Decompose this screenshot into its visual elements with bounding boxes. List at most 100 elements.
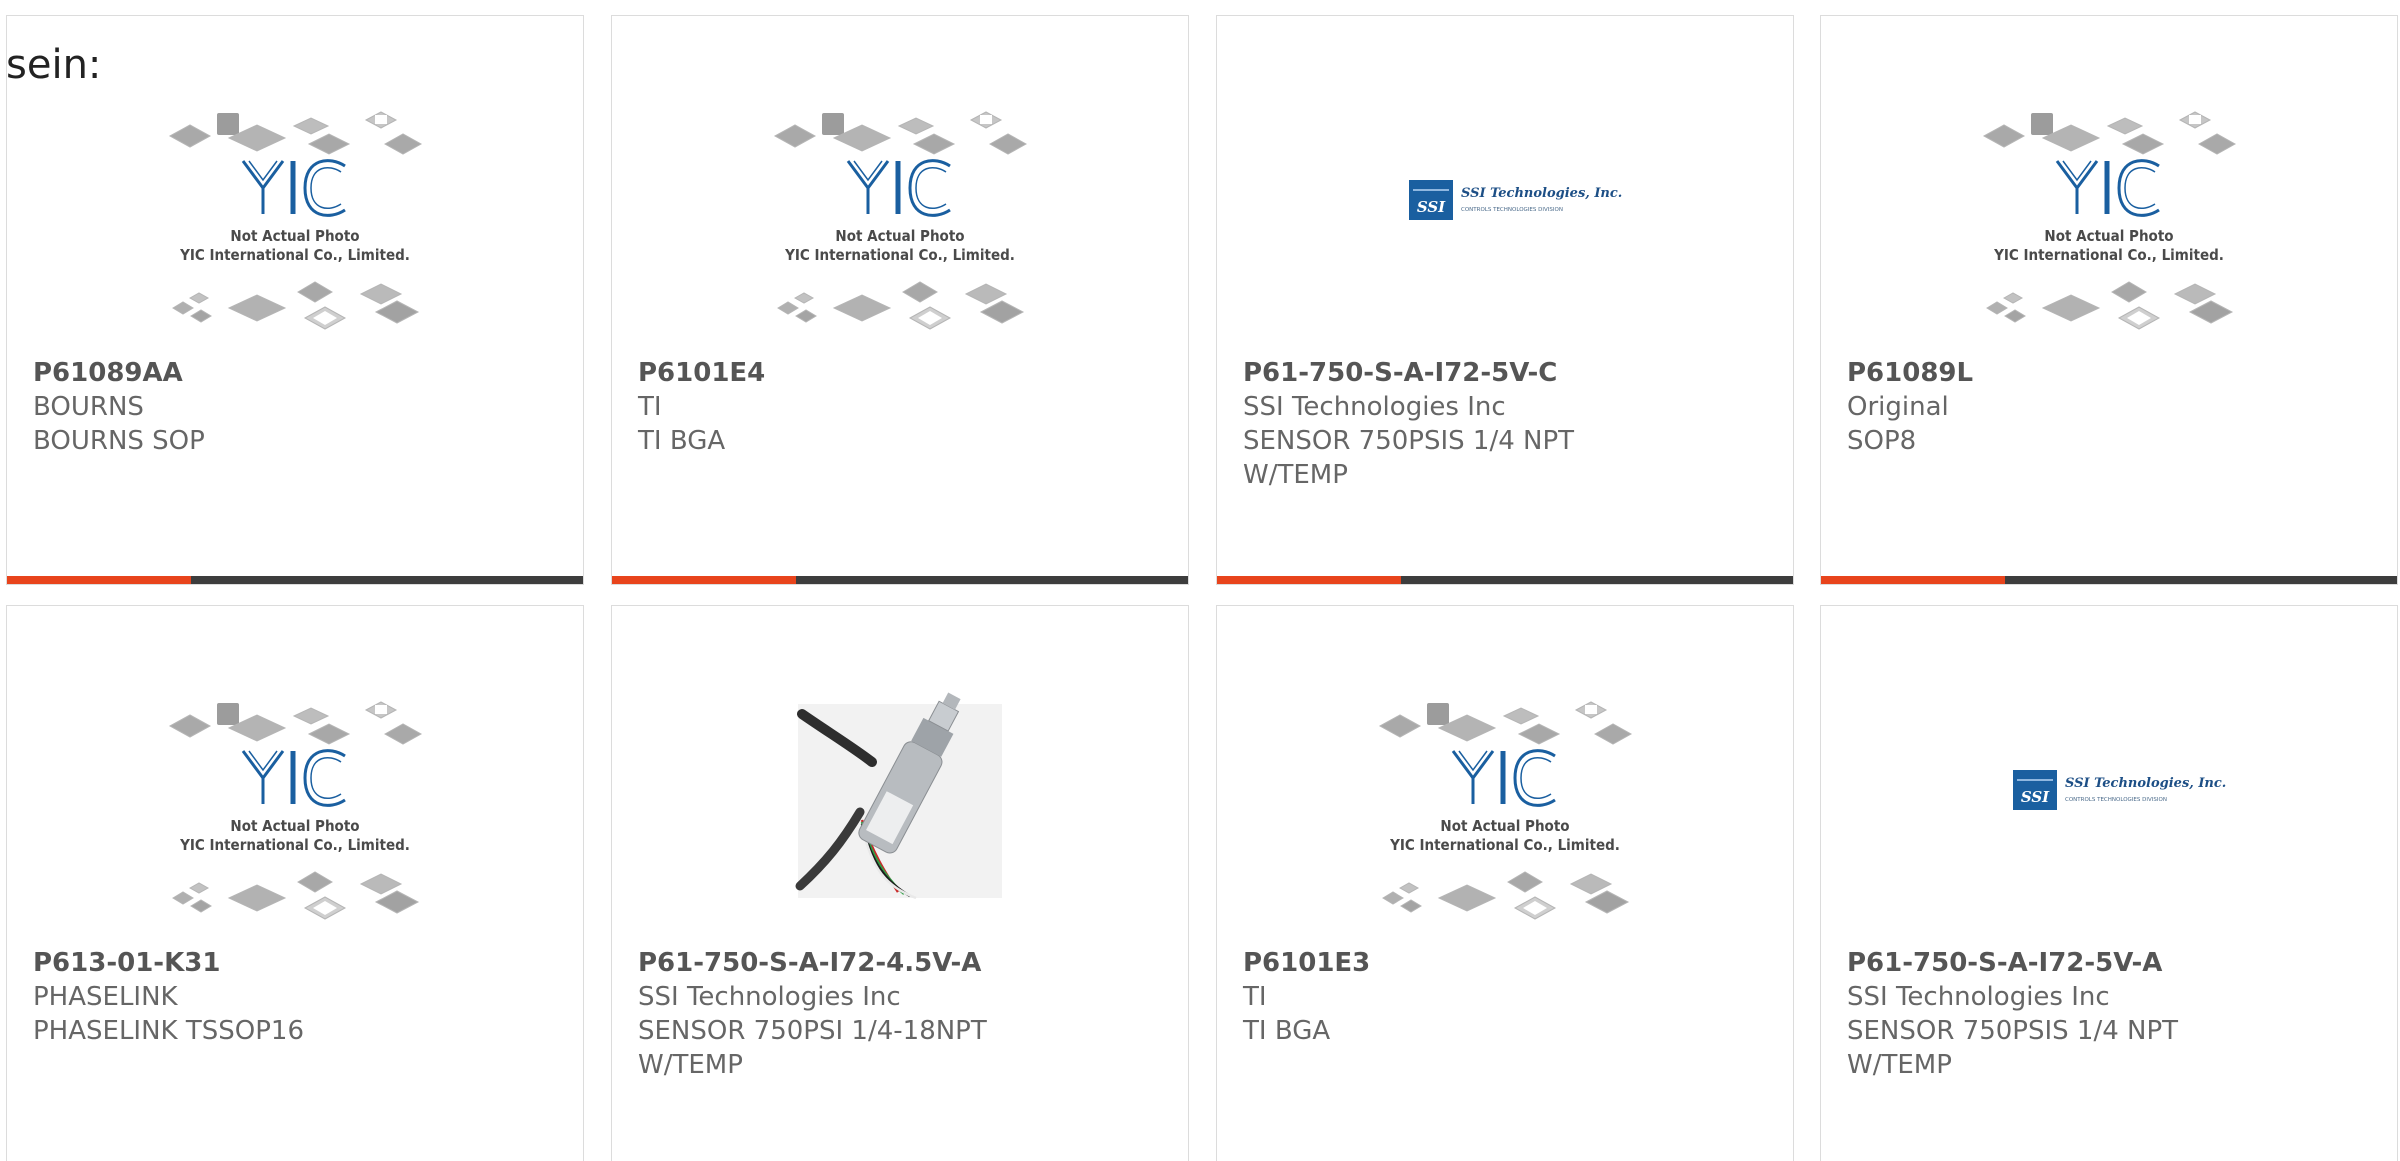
description: SENSOR 750PSIS 1/4 NPT	[1243, 426, 1575, 456]
manufacturer: SSI Technologies Inc	[1243, 392, 1506, 422]
placeholder-caption-1: Not Actual Photo	[230, 817, 359, 835]
description: SOP8	[1847, 426, 1917, 456]
manufacturer: SSI Technologies Inc	[638, 982, 901, 1012]
manufacturer: TI	[638, 392, 662, 422]
chip-icons-bottom	[172, 871, 420, 920]
yic-placeholder-graphic: Not Actual PhotoYIC International Co., L…	[1378, 701, 1633, 920]
part-number-link[interactable]: P6101E4	[638, 356, 1168, 390]
manufacturer: BOURNS	[33, 392, 144, 422]
chip-icons-bottom	[1382, 871, 1630, 920]
yic-logo	[241, 749, 346, 807]
yic-logo	[241, 159, 346, 217]
card-progress-bar	[612, 576, 1188, 584]
part-number-link[interactable]: P61089AA	[33, 356, 563, 390]
placeholder-caption-1: Not Actual Photo	[835, 227, 964, 245]
cropped-heading-fragment: sein:	[6, 42, 102, 88]
yic-placeholder-graphic: Not Actual PhotoYIC International Co., L…	[168, 701, 423, 920]
product-card[interactable]: P61-750-S-A-I72-4.5V-A SSI Technologies …	[611, 605, 1189, 1161]
card-progress-bar	[7, 576, 583, 584]
card-progress-fill	[7, 576, 192, 584]
product-info: P61089AA BOURNS BOURNS SOP	[33, 356, 563, 458]
product-image-yic-placeholder[interactable]: Not Actual Photo YIC International Co., L…	[7, 96, 583, 346]
description: PHASELINK TSSOP16	[33, 1016, 304, 1046]
product-info: P61-750-S-A-I72-4.5V-A SSI Technologies …	[638, 946, 1168, 1082]
description: TI BGA	[1243, 1016, 1331, 1046]
part-number-link[interactable]: P61089L	[1847, 356, 2377, 390]
part-number-link[interactable]: P61-750-S-A-I72-5V-C	[1243, 356, 1773, 390]
svg-text:CONTROLS TECHNOLOGIES DIVISION: CONTROLS TECHNOLOGIES DIVISION	[1461, 207, 1563, 213]
description-continued: W/TEMP	[638, 1050, 743, 1080]
svg-text:SSI Technologies, Inc.: SSI Technologies, Inc.	[1461, 186, 1622, 201]
product-card[interactable]: Not Actual Photo YIC International Co., L…	[1216, 605, 1794, 1161]
chip-icons-top	[168, 111, 423, 155]
product-image-sensor-photo[interactable]	[612, 686, 1188, 936]
description: BOURNS SOP	[33, 426, 205, 456]
description: SENSOR 750PSIS 1/4 NPT	[1847, 1016, 2179, 1046]
description: TI BGA	[638, 426, 726, 456]
svg-text:SSI: SSI	[2021, 788, 2050, 806]
product-image-ssi-logo[interactable]: SSI SSI Technologies, Inc. CONTROLS TECHNO…	[1821, 686, 2397, 936]
card-progress-fill	[1821, 576, 2006, 584]
placeholder-caption-1: Not Actual Photo	[1440, 817, 1569, 835]
placeholder-caption-2: YIC International Co., Limited.	[784, 246, 1015, 264]
product-card[interactable]: SSI SSI Technologies, Inc. CONTROLS TECHNO…	[1216, 15, 1794, 585]
product-grid-page: sein: Not Actual Photo YIC International …	[0, 0, 2400, 1161]
placeholder-caption-1: Not Actual Photo	[230, 227, 359, 245]
card-progress-fill	[1217, 576, 1402, 584]
product-info: P6101E3 TI TI BGA	[1243, 946, 1773, 1048]
part-number-link[interactable]: P61-750-S-A-I72-4.5V-A	[638, 946, 1168, 980]
pressure-sensor-photo	[795, 692, 1002, 900]
product-card[interactable]: Not Actual Photo YIC International Co., L…	[6, 605, 584, 1161]
manufacturer: SSI Technologies Inc	[1847, 982, 2110, 1012]
manufacturer: Original	[1847, 392, 1949, 422]
ssi-logo-graphic: SSI SSI Technologies, Inc. CONTROLS TECHNO…	[1409, 180, 1622, 220]
product-image-yic-placeholder[interactable]: Not Actual Photo YIC International Co., L…	[1821, 96, 2397, 346]
placeholder-caption-1: Not Actual Photo	[2044, 227, 2173, 245]
placeholder-caption-2: YIC International Co., Limited.	[179, 246, 410, 264]
yic-placeholder-graphic: Not Actual PhotoYIC International Co., L…	[1982, 111, 2237, 330]
part-number-link[interactable]: P6101E3	[1243, 946, 1773, 980]
product-image-ssi-logo[interactable]: SSI SSI Technologies, Inc. CONTROLS TECHNO…	[1217, 96, 1793, 346]
placeholder-caption-2: YIC International Co., Limited.	[1993, 246, 2224, 264]
yic-placeholder-graphic: Not Actual PhotoYIC International Co., L…	[773, 111, 1028, 330]
product-image-yic-placeholder[interactable]: Not Actual Photo YIC International Co., L…	[7, 686, 583, 936]
product-card[interactable]: Not Actual Photo YIC International Co., L…	[6, 15, 584, 585]
product-card[interactable]: SSI SSI Technologies, Inc. CONTROLS TECHNO…	[1820, 605, 2398, 1161]
yic-logo	[2055, 159, 2160, 217]
chip-icons-bottom	[777, 281, 1025, 330]
chip-icons-top	[168, 701, 423, 745]
placeholder-caption-2: YIC International Co., Limited.	[179, 836, 410, 854]
ssi-logo-graphic: SSI SSI Technologies, Inc. CONTROLS TECHNO…	[2013, 770, 2226, 810]
product-card[interactable]: Not Actual Photo YIC International Co., L…	[611, 15, 1189, 585]
product-info: P61089L Original SOP8	[1847, 356, 2377, 458]
manufacturer: PHASELINK	[33, 982, 178, 1012]
card-progress-fill	[612, 576, 797, 584]
description: SENSOR 750PSI 1/4-18NPT	[638, 1016, 987, 1046]
product-info: P613-01-K31 PHASELINK PHASELINK TSSOP16	[33, 946, 563, 1048]
svg-text:SSI Technologies, Inc.: SSI Technologies, Inc.	[2065, 776, 2226, 791]
card-progress-bar	[1217, 576, 1793, 584]
chip-icons-top	[1378, 701, 1633, 745]
yic-placeholder-graphic: Not Actual PhotoYIC International Co., L…	[168, 111, 423, 330]
yic-logo	[846, 159, 951, 217]
product-card[interactable]: Not Actual Photo YIC International Co., L…	[1820, 15, 2398, 585]
card-progress-bar	[1821, 576, 2397, 584]
description-continued: W/TEMP	[1243, 460, 1348, 490]
chip-icons-top	[773, 111, 1028, 155]
svg-text:CONTROLS TECHNOLOGIES DIVISION: CONTROLS TECHNOLOGIES DIVISION	[2065, 797, 2167, 803]
manufacturer: TI	[1243, 982, 1267, 1012]
placeholder-caption-2: YIC International Co., Limited.	[1389, 836, 1620, 854]
product-image-yic-placeholder[interactable]: Not Actual Photo YIC International Co., L…	[1217, 686, 1793, 936]
svg-text:SSI: SSI	[1417, 198, 1446, 216]
description-continued: W/TEMP	[1847, 1050, 1952, 1080]
product-image-yic-placeholder[interactable]: Not Actual Photo YIC International Co., L…	[612, 96, 1188, 346]
chip-icons-top	[1982, 111, 2237, 155]
product-info: P6101E4 TI TI BGA	[638, 356, 1168, 458]
yic-logo	[1451, 749, 1556, 807]
product-info: P61-750-S-A-I72-5V-A SSI Technologies In…	[1847, 946, 2377, 1082]
chip-icons-bottom	[1986, 281, 2234, 330]
part-number-link[interactable]: P613-01-K31	[33, 946, 563, 980]
chip-icons-bottom	[172, 281, 420, 330]
product-info: P61-750-S-A-I72-5V-C SSI Technologies In…	[1243, 356, 1773, 492]
part-number-link[interactable]: P61-750-S-A-I72-5V-A	[1847, 946, 2377, 980]
